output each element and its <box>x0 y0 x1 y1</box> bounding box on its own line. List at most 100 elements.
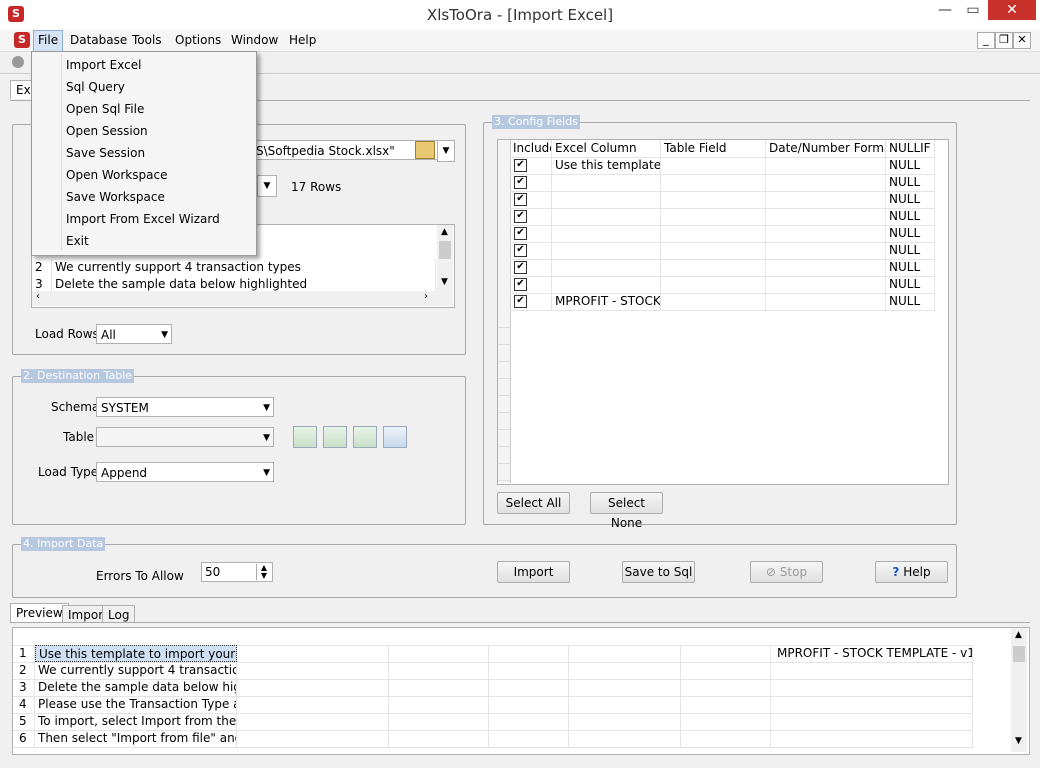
preview-cell[interactable] <box>389 662 489 679</box>
preview-cell[interactable] <box>681 662 771 679</box>
include-cell[interactable]: ✔ <box>510 242 552 259</box>
refresh-table-icon[interactable] <box>323 426 347 448</box>
header-table-field[interactable]: Table Field <box>661 140 766 157</box>
schema-select[interactable]: SYSTEM ▼ <box>96 397 274 417</box>
preview-cell[interactable] <box>489 696 569 713</box>
nullif-cell[interactable]: NULL <box>886 242 935 259</box>
preview-cell[interactable] <box>569 696 681 713</box>
mdi-restore-icon[interactable]: ❐ <box>995 32 1013 49</box>
table-field-cell[interactable] <box>661 276 766 293</box>
load-rows-select[interactable]: All ▼ <box>96 324 172 344</box>
doc-icon[interactable]: S <box>14 32 30 48</box>
format-cell[interactable] <box>766 225 886 242</box>
select-none-button[interactable]: Select None <box>590 492 663 530</box>
row-right-text[interactable] <box>771 679 973 696</box>
nullif-cell[interactable]: NULL <box>886 259 935 276</box>
excel-column-cell[interactable]: Use this template to... <box>552 157 661 174</box>
row-text[interactable]: Please use the Transaction Type as 'BUY <box>35 696 237 713</box>
vertical-scrollbar[interactable]: ▲ ▼ <box>437 225 453 291</box>
table-row[interactable]: ✔ NULL <box>510 208 935 226</box>
table-field-cell[interactable] <box>661 174 766 191</box>
row-text[interactable]: To import, select Import from the main m… <box>35 713 237 730</box>
file-menu-item[interactable]: Open Session <box>35 120 251 142</box>
row-text[interactable]: Use this template to import your stock t… <box>35 645 237 662</box>
table-row[interactable]: 6Then select "Import from file" and sele… <box>13 730 973 748</box>
table-row[interactable]: ✔ NULL <box>510 174 935 192</box>
excel-column-cell[interactable] <box>552 208 661 225</box>
stepper-arrows-icon[interactable]: ▲ ▼ <box>256 564 271 580</box>
preview-cell[interactable] <box>237 696 389 713</box>
preview-cell[interactable] <box>237 662 389 679</box>
row-number[interactable]: 5 <box>13 713 35 730</box>
nullif-cell[interactable]: NULL <box>886 208 935 225</box>
table-row[interactable]: ✔ NULL <box>510 191 935 209</box>
preview-cell[interactable] <box>389 730 489 747</box>
tab-preview[interactable]: Preview <box>10 603 69 622</box>
scroll-up-icon[interactable]: ▲ <box>1015 630 1022 640</box>
table-row[interactable]: 1Use this template to import your stock … <box>13 645 973 663</box>
table-row[interactable]: 5To import, select Import from the main … <box>13 713 973 731</box>
header-nullif[interactable]: NULLIF <box>886 140 935 157</box>
menu-database[interactable]: Database <box>66 30 131 50</box>
preview-cell[interactable] <box>237 730 389 747</box>
file-menu-item[interactable]: Save Workspace <box>35 186 251 208</box>
table-row[interactable]: ✔ NULL <box>510 242 935 260</box>
table-row[interactable]: 3Delete the sample data below highlighte… <box>13 679 973 697</box>
preview-cell[interactable] <box>489 679 569 696</box>
row-number[interactable]: 3 <box>13 679 35 696</box>
include-cell[interactable]: ✔ <box>510 174 552 191</box>
excel-column-cell[interactable] <box>552 174 661 191</box>
minimize-icon[interactable]: — <box>932 0 958 22</box>
menu-window[interactable]: Window <box>227 30 282 50</box>
preview-cell[interactable] <box>389 679 489 696</box>
preview-cell[interactable] <box>489 713 569 730</box>
file-menu-item[interactable]: Exit <box>35 230 251 252</box>
format-cell[interactable] <box>766 276 886 293</box>
table-field-cell[interactable] <box>661 208 766 225</box>
header-format[interactable]: Date/Number Format <box>766 140 886 157</box>
nullif-cell[interactable]: NULL <box>886 174 935 191</box>
table-row[interactable]: 2 We currently support 4 transaction typ… <box>32 259 436 276</box>
format-cell[interactable] <box>766 191 886 208</box>
row-number[interactable]: 1 <box>13 645 35 662</box>
tab-log[interactable]: Log <box>102 605 136 622</box>
save-to-sql-button[interactable]: Save to Sql <box>622 561 695 583</box>
include-checkbox[interactable]: ✔ <box>514 295 527 308</box>
file-menu-item[interactable]: Import Excel <box>35 54 251 76</box>
scroll-left-icon[interactable]: ‹ <box>36 291 40 302</box>
config-grid[interactable]: Include Excel Column Table Field Date/Nu… <box>497 139 949 485</box>
row-right-text[interactable] <box>771 730 973 747</box>
scroll-thumb[interactable] <box>439 241 451 259</box>
preview-cell[interactable] <box>489 645 569 662</box>
header-include[interactable]: Include <box>510 140 552 157</box>
preview-cell[interactable] <box>389 645 489 662</box>
errors-stepper[interactable]: 50 ▲ ▼ <box>201 562 273 582</box>
include-checkbox[interactable]: ✔ <box>514 210 527 223</box>
scroll-down-icon[interactable]: ▼ <box>1015 736 1022 746</box>
excel-column-cell[interactable] <box>552 191 661 208</box>
table-row[interactable]: ✔ NULL <box>510 276 935 294</box>
file-menu-item[interactable]: Save Session <box>35 142 251 164</box>
nullif-cell[interactable]: NULL <box>886 293 935 310</box>
file-menu-item[interactable]: Sql Query <box>35 76 251 98</box>
include-checkbox[interactable]: ✔ <box>514 261 527 274</box>
include-cell[interactable]: ✔ <box>510 276 552 293</box>
table-row[interactable]: ✔ MPROFIT - STOCK... NULL <box>510 293 935 311</box>
scroll-up-icon[interactable]: ▲ <box>441 227 448 237</box>
include-checkbox[interactable]: ✔ <box>514 227 527 240</box>
include-checkbox[interactable]: ✔ <box>514 193 527 206</box>
menu-file[interactable]: File <box>33 30 64 52</box>
preview-cell[interactable] <box>569 662 681 679</box>
columns-icon[interactable] <box>383 426 407 448</box>
horizontal-scrollbar[interactable]: ‹ › <box>32 291 453 306</box>
scroll-down-icon[interactable]: ▼ <box>441 277 448 287</box>
menu-help[interactable]: Help <box>285 30 320 50</box>
include-cell[interactable]: ✔ <box>510 157 552 174</box>
format-cell[interactable] <box>766 242 886 259</box>
header-excel-column[interactable]: Excel Column <box>552 140 661 157</box>
include-cell[interactable]: ✔ <box>510 208 552 225</box>
excel-column-cell[interactable] <box>552 225 661 242</box>
table-select[interactable]: ▼ <box>96 427 274 447</box>
preview-cell[interactable] <box>489 730 569 747</box>
table-field-cell[interactable] <box>661 293 766 310</box>
